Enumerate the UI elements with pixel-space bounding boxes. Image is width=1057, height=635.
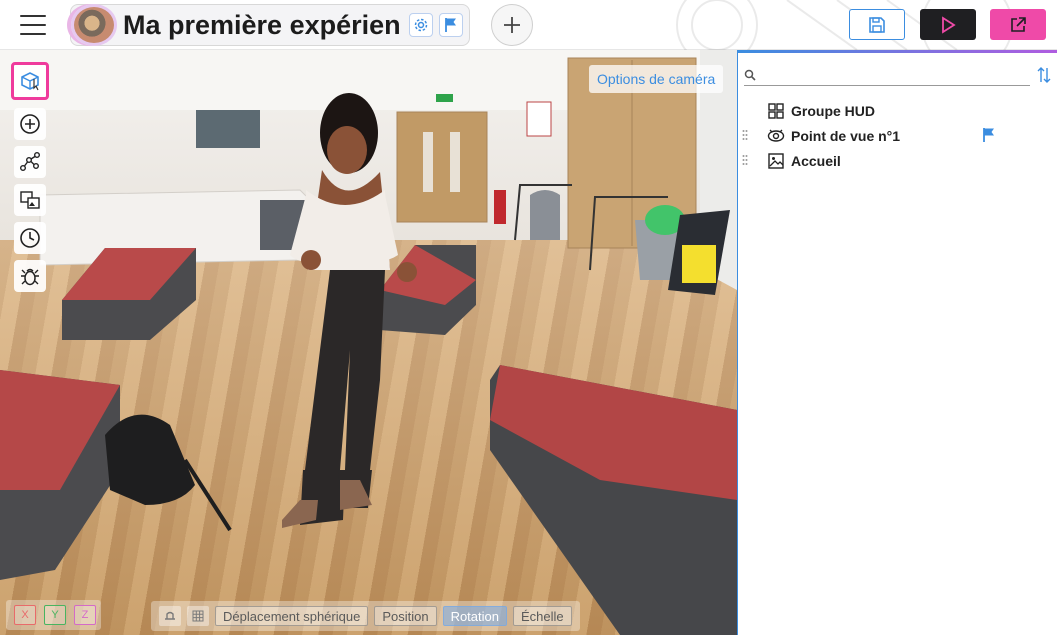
rotation-button[interactable]: Rotation [442,606,507,626]
grid-icon[interactable] [187,606,209,626]
tree-item-accueil[interactable]: Accueil [738,148,1057,173]
external-link-icon [1011,16,1026,32]
scene-tree-panel: Groupe HUD Point de vue n°1 Accueil [737,50,1057,635]
axis-z-toggle[interactable]: Z [74,605,96,625]
axis-y-toggle[interactable]: Y [44,605,66,625]
save-button[interactable] [849,9,905,40]
search-icon [744,69,756,81]
top-bar: Ma première expérien [0,0,1057,50]
gear-icon[interactable] [409,13,433,37]
tree-item-point-de-vue[interactable]: Point de vue n°1 [738,123,1057,148]
search-bar [744,64,1030,86]
image-icon [767,152,785,170]
view-360-icon [767,127,785,145]
project-thumbnail[interactable] [71,4,117,46]
spherical-move-button[interactable]: Déplacement sphérique [215,606,369,626]
cube-cursor-icon[interactable] [11,62,49,100]
clock-icon[interactable] [14,222,46,254]
scene-viewport[interactable]: Options de caméra X Y Z Déplacement sphé… [0,50,737,635]
position-button[interactable]: Position [374,606,437,626]
grid-icon [767,102,785,120]
sort-arrows-icon[interactable] [1036,66,1052,84]
tree-item-label: Point de vue n°1 [791,127,901,144]
plus-icon [504,17,520,33]
axis-x-toggle[interactable]: X [14,605,36,625]
nodes-graph-icon[interactable] [14,146,46,178]
flag-icon[interactable] [439,13,463,37]
transform-toolbar: Déplacement sphérique Position Rotation … [151,601,580,631]
tree-item-label: Groupe HUD [791,102,875,119]
axis-toggle-group: X Y Z [6,600,101,630]
tree-item-groupe-hud[interactable]: Groupe HUD [738,98,1057,123]
scene-tree: Groupe HUD Point de vue n°1 Accueil [738,98,1057,173]
hamburger-menu-icon[interactable] [18,12,48,38]
hat-icon[interactable] [159,606,181,626]
left-toolbar [8,62,52,298]
image-swap-icon[interactable] [14,184,46,216]
drag-handle-icon[interactable] [742,154,748,166]
plus-circle-icon[interactable] [14,108,46,140]
bug-icon[interactable] [14,260,46,292]
floppy-disk-icon [869,16,885,33]
share-button[interactable] [990,9,1046,40]
search-input[interactable] [762,67,1022,82]
flag-icon[interactable] [982,127,996,143]
add-scene-button[interactable] [491,4,533,46]
camera-options-button[interactable]: Options de caméra [589,65,724,93]
tree-item-label: Accueil [791,152,841,169]
drag-handle-icon[interactable] [742,129,748,141]
play-button[interactable] [920,9,976,40]
app-root: Ma première expérien Options de caméra X… [0,0,1057,635]
scale-button[interactable]: Échelle [512,606,572,626]
scene-image [0,50,737,635]
project-title[interactable]: Ma première expérien [123,10,403,41]
project-title-bar: Ma première expérien [70,4,470,46]
play-icon [942,15,956,34]
